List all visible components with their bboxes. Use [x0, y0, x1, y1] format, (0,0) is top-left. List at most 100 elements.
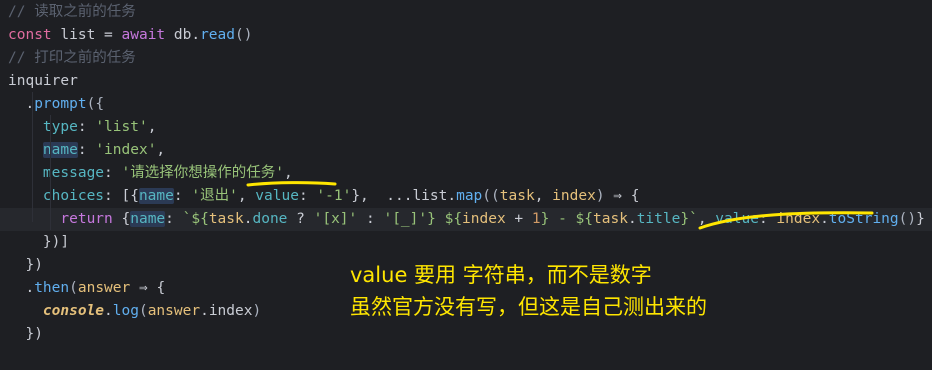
code-token: log [112, 303, 139, 319]
code-token: '[x]' [313, 211, 358, 227]
code-token: } - ${ [540, 211, 594, 227]
code-token: ⇒ { [130, 280, 166, 296]
code-line-text: type: 'list', [8, 116, 157, 139]
code-token: : [758, 211, 777, 227]
code-token: message [8, 165, 105, 181]
code-token: task [593, 211, 628, 227]
code-token: ? [287, 211, 314, 227]
code-token: . [820, 211, 829, 227]
code-token: , [237, 188, 256, 204]
code-line[interactable]: inquirer [0, 70, 932, 93]
code-token: () [235, 27, 253, 43]
code-token: title [636, 211, 681, 227]
code-line[interactable]: .prompt({ [0, 93, 932, 116]
code-line-text: const list = await db.read() [8, 24, 252, 47]
code-token: . [104, 303, 113, 319]
code-token: . [8, 280, 35, 296]
code-token: ⇒ { [604, 188, 640, 204]
code-token: }, ... [351, 188, 413, 204]
code-token: : [165, 211, 183, 227]
code-token: type [8, 119, 78, 135]
code-token: : [173, 188, 192, 204]
code-token: ( [138, 303, 148, 319]
code-line-text: console.log(answer.index) [8, 300, 261, 323]
code-line-text: }) [8, 254, 43, 277]
code-token: + [505, 211, 532, 227]
code-token: { [112, 211, 131, 227]
code-token: db. [165, 27, 201, 43]
code-line-text: inquirer [8, 70, 78, 93]
code-line[interactable]: name: 'index', [0, 139, 932, 162]
code-token: index [462, 211, 506, 227]
code-token: then [34, 280, 70, 296]
code-token: console [42, 303, 105, 319]
code-token: ({ [86, 96, 105, 112]
code-token: } [916, 211, 925, 227]
code-token: map [456, 188, 483, 204]
code-token: done [252, 211, 288, 227]
code-line[interactable]: }) [0, 323, 932, 346]
code-line-text: return {name: `${task.done ? '[x]' : '[_… [8, 208, 925, 231]
code-token: } ${ [427, 211, 463, 227]
code-token: index [776, 211, 821, 227]
code-token: }` [680, 211, 698, 227]
code-token: . [627, 211, 637, 227]
code-token: : [{ [104, 188, 139, 204]
code-token: answer [147, 303, 201, 319]
code-line[interactable]: return {name: `${task.done ? '[x]' : '[_… [0, 208, 932, 231]
code-token: (( [482, 188, 500, 204]
code-line[interactable]: message: '请选择你想操作的任务', [0, 162, 932, 185]
code-token: , [147, 119, 157, 135]
code-token: }) [8, 257, 43, 273]
code-token: value [715, 211, 759, 227]
code-comment: // 读取之前的任务 [8, 4, 136, 20]
code-token: })] [8, 234, 70, 250]
indent-guide [50, 115, 51, 230]
code-token: return [8, 211, 113, 227]
code-token: task [499, 188, 535, 204]
code-token: .index [200, 303, 253, 319]
code-token: read [200, 27, 235, 43]
code-token: : [298, 188, 317, 204]
code-line[interactable]: type: 'list', [0, 116, 932, 139]
code-line[interactable]: choices: [{name: '退出', value: '-1'}, ...… [0, 185, 932, 208]
code-token: . [8, 96, 35, 112]
indent-guide [32, 92, 33, 222]
code-token: , [156, 142, 166, 158]
code-token: , [697, 211, 716, 227]
code-token: 1 [531, 211, 541, 227]
code-token: '[_]' [383, 211, 428, 227]
code-token: choices [8, 188, 105, 204]
code-token: list = [51, 27, 122, 43]
code-line-text: // 打印之前的任务 [8, 47, 136, 70]
code-line[interactable]: })] [0, 231, 932, 254]
code-line-text: })] [8, 231, 69, 254]
code-line-text: choices: [{name: '退出', value: '-1'}, ...… [8, 185, 639, 208]
code-line[interactable]: const list = await db.read() [0, 24, 932, 47]
code-token: index [552, 188, 596, 204]
code-token: const [8, 27, 52, 43]
code-token: name [42, 142, 78, 158]
code-token: ( [69, 280, 78, 296]
code-line-text: .then(answer ⇒ { [8, 277, 165, 300]
code-token: : [77, 142, 96, 158]
code-token: 'index' [95, 142, 157, 158]
code-token: value [255, 188, 299, 204]
code-token: '-1' [316, 188, 352, 204]
code-token: toString [828, 211, 899, 227]
code-token: }) [8, 326, 43, 342]
code-token: () [898, 211, 917, 227]
code-token: : [77, 119, 96, 135]
code-token: '退出' [191, 188, 238, 204]
code-token: ) [595, 188, 605, 204]
code-token: '请选择你想操作的任务' [121, 165, 284, 181]
code-token: inquirer [8, 73, 78, 89]
code-comment: // 打印之前的任务 [8, 50, 136, 66]
code-token: : [357, 211, 384, 227]
code-line[interactable]: // 打印之前的任务 [0, 47, 932, 70]
code-token: list. [412, 188, 457, 204]
annotation-line-1: value 要用 字符串，而不是数字 [350, 263, 652, 287]
code-line[interactable]: // 读取之前的任务 [0, 1, 932, 24]
